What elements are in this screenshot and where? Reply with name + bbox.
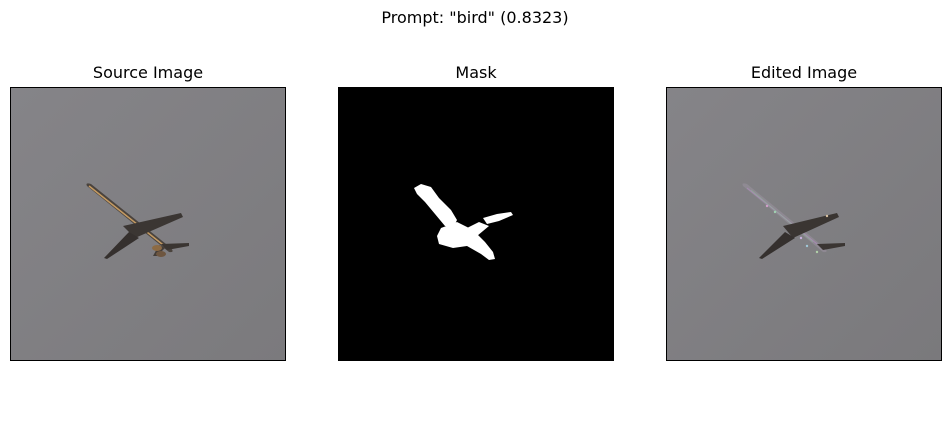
figure-title: Prompt: "bird" (0.8323) bbox=[381, 8, 569, 27]
edited-image-frame bbox=[666, 87, 942, 361]
edited-image bbox=[667, 88, 941, 360]
source-image-title: Source Image bbox=[92, 63, 204, 82]
source-image-panel: Source Image bbox=[10, 63, 286, 361]
edited-image-panel: Edited Image bbox=[666, 63, 942, 361]
mask-frame bbox=[338, 87, 614, 361]
source-image-frame bbox=[10, 87, 286, 361]
source-image bbox=[11, 88, 285, 360]
mask-title: Mask bbox=[455, 63, 497, 82]
mask-image bbox=[339, 88, 613, 360]
edited-image-title: Edited Image bbox=[750, 63, 858, 82]
mask-panel: Mask bbox=[338, 63, 614, 361]
